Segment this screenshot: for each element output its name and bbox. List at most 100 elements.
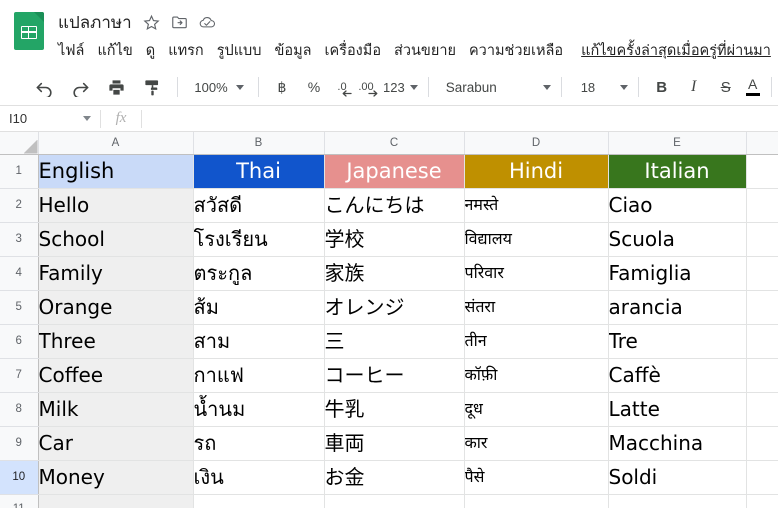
cell-f3[interactable]	[746, 222, 778, 257]
menu-item-help[interactable]: ความช่วยเหลือ	[469, 39, 563, 62]
menu-item-format[interactable]: รูปแบบ	[217, 39, 262, 62]
cell-f8[interactable]	[746, 392, 778, 427]
column-header-a[interactable]: A	[38, 132, 194, 155]
formula-input[interactable]	[142, 106, 778, 131]
font-size-select[interactable]: 18	[569, 74, 631, 100]
cell-c6[interactable]: 三	[324, 324, 465, 359]
cell-a2[interactable]: Hello	[38, 188, 194, 223]
document-title[interactable]: แปลภาษา	[58, 9, 132, 36]
cell-e8[interactable]: Latte	[608, 392, 747, 427]
zoom-select[interactable]: 100%	[185, 74, 251, 100]
cell-c10[interactable]: お金	[324, 460, 465, 495]
cell-b8[interactable]: น้ำนม	[193, 392, 325, 427]
font-family-select[interactable]: Sarabun	[436, 74, 554, 100]
column-header-b[interactable]: B	[193, 132, 325, 155]
bold-button[interactable]: B	[649, 74, 675, 100]
currency-format-button[interactable]: ฿	[269, 74, 295, 100]
cell-f6[interactable]	[746, 324, 778, 359]
cell-c5[interactable]: オレンジ	[324, 290, 465, 325]
cell-a10[interactable]: Money	[38, 460, 194, 495]
cell-a4[interactable]: Family	[38, 256, 194, 291]
cell-d7[interactable]: कॉफ़ी	[464, 358, 609, 393]
cell-a11[interactable]	[38, 494, 194, 508]
google-sheets-logo[interactable]	[14, 12, 50, 50]
italic-button[interactable]: I	[681, 74, 707, 100]
cell-b6[interactable]: สาม	[193, 324, 325, 359]
cell-f7[interactable]	[746, 358, 778, 393]
column-header-e[interactable]: E	[608, 132, 747, 155]
row-header-8[interactable]: 8	[0, 392, 39, 427]
chevron-down-icon[interactable]	[83, 116, 91, 121]
paint-format-icon[interactable]	[138, 73, 166, 101]
row-header-10[interactable]: 10	[0, 460, 39, 495]
cell-f5[interactable]	[746, 290, 778, 325]
cell-e6[interactable]: Tre	[608, 324, 747, 359]
star-icon[interactable]	[143, 14, 160, 31]
row-header-7[interactable]: 7	[0, 358, 39, 393]
cell-d4[interactable]: परिवार	[464, 256, 609, 291]
cell-f10[interactable]	[746, 460, 778, 495]
cell-d6[interactable]: तीन	[464, 324, 609, 359]
percent-format-button[interactable]: %	[301, 74, 327, 100]
move-to-folder-icon[interactable]	[171, 14, 188, 31]
cell-a9[interactable]: Car	[38, 426, 194, 461]
cell-d3[interactable]: विद्यालय	[464, 222, 609, 257]
cell-e10[interactable]: Soldi	[608, 460, 747, 495]
menu-item-extensions[interactable]: ส่วนขยาย	[394, 39, 456, 62]
cell-e2[interactable]: Ciao	[608, 188, 747, 223]
cell-e4[interactable]: Famiglia	[608, 256, 747, 291]
row-header-5[interactable]: 5	[0, 290, 39, 325]
increase-decimal-button[interactable]: .00	[354, 74, 378, 100]
cell-e9[interactable]: Macchina	[608, 426, 747, 461]
cell-b10[interactable]: เงิน	[193, 460, 325, 495]
cell-b9[interactable]: รถ	[193, 426, 325, 461]
cell-a1[interactable]: English	[38, 154, 194, 189]
cell-e11[interactable]	[608, 494, 747, 508]
cloud-saved-icon[interactable]	[199, 14, 216, 31]
cell-c2[interactable]: こんにちは	[324, 188, 465, 223]
row-header-9[interactable]: 9	[0, 426, 39, 461]
row-header-4[interactable]: 4	[0, 256, 39, 291]
row-header-2[interactable]: 2	[0, 188, 39, 223]
cell-a7[interactable]: Coffee	[38, 358, 194, 393]
cell-e5[interactable]: arancia	[608, 290, 747, 325]
name-box[interactable]: I10	[0, 106, 100, 131]
cell-a8[interactable]: Milk	[38, 392, 194, 427]
strikethrough-button[interactable]: S	[713, 74, 739, 100]
cell-c9[interactable]: 車両	[324, 426, 465, 461]
column-header-f[interactable]	[746, 132, 778, 155]
menu-item-data[interactable]: ข้อมูล	[274, 39, 311, 62]
cell-c3[interactable]: 学校	[324, 222, 465, 257]
row-header-1[interactable]: 1	[0, 154, 39, 189]
cell-f1[interactable]	[746, 154, 778, 189]
cell-d8[interactable]: दूध	[464, 392, 609, 427]
cell-f4[interactable]	[746, 256, 778, 291]
column-header-d[interactable]: D	[464, 132, 609, 155]
cell-b7[interactable]: กาแฟ	[193, 358, 325, 393]
row-header-6[interactable]: 6	[0, 324, 39, 359]
cell-d11[interactable]	[464, 494, 609, 508]
cell-b11[interactable]	[193, 494, 325, 508]
cell-a6[interactable]: Three	[38, 324, 194, 359]
menu-item-file[interactable]: ไฟล์	[58, 39, 84, 62]
cell-d10[interactable]: पैसे	[464, 460, 609, 495]
row-header-11[interactable]: 11	[0, 494, 39, 508]
cell-f11[interactable]	[746, 494, 778, 508]
cell-a5[interactable]: Orange	[38, 290, 194, 325]
undo-icon[interactable]	[30, 73, 58, 101]
cell-f9[interactable]	[746, 426, 778, 461]
text-color-button[interactable]: A	[745, 74, 760, 100]
cell-e3[interactable]: Scuola	[608, 222, 747, 257]
menu-item-insert[interactable]: แทรก	[168, 39, 203, 62]
cell-b4[interactable]: ตระกูล	[193, 256, 325, 291]
menu-item-edit[interactable]: แก้ไข	[97, 39, 132, 62]
row-header-3[interactable]: 3	[0, 222, 39, 257]
cell-e1[interactable]: Italian	[608, 154, 747, 189]
cell-c4[interactable]: 家族	[324, 256, 465, 291]
redo-icon[interactable]	[66, 73, 94, 101]
decrease-decimal-button[interactable]: .0	[330, 74, 354, 100]
last-edit-link[interactable]: แก้ไขครั้งล่าสุดเมื่อครู่ที่ผ่านมา	[581, 39, 771, 62]
cell-d2[interactable]: नमस्ते	[464, 188, 609, 223]
cell-b2[interactable]: สวัสดี	[193, 188, 325, 223]
cell-c8[interactable]: 牛乳	[324, 392, 465, 427]
